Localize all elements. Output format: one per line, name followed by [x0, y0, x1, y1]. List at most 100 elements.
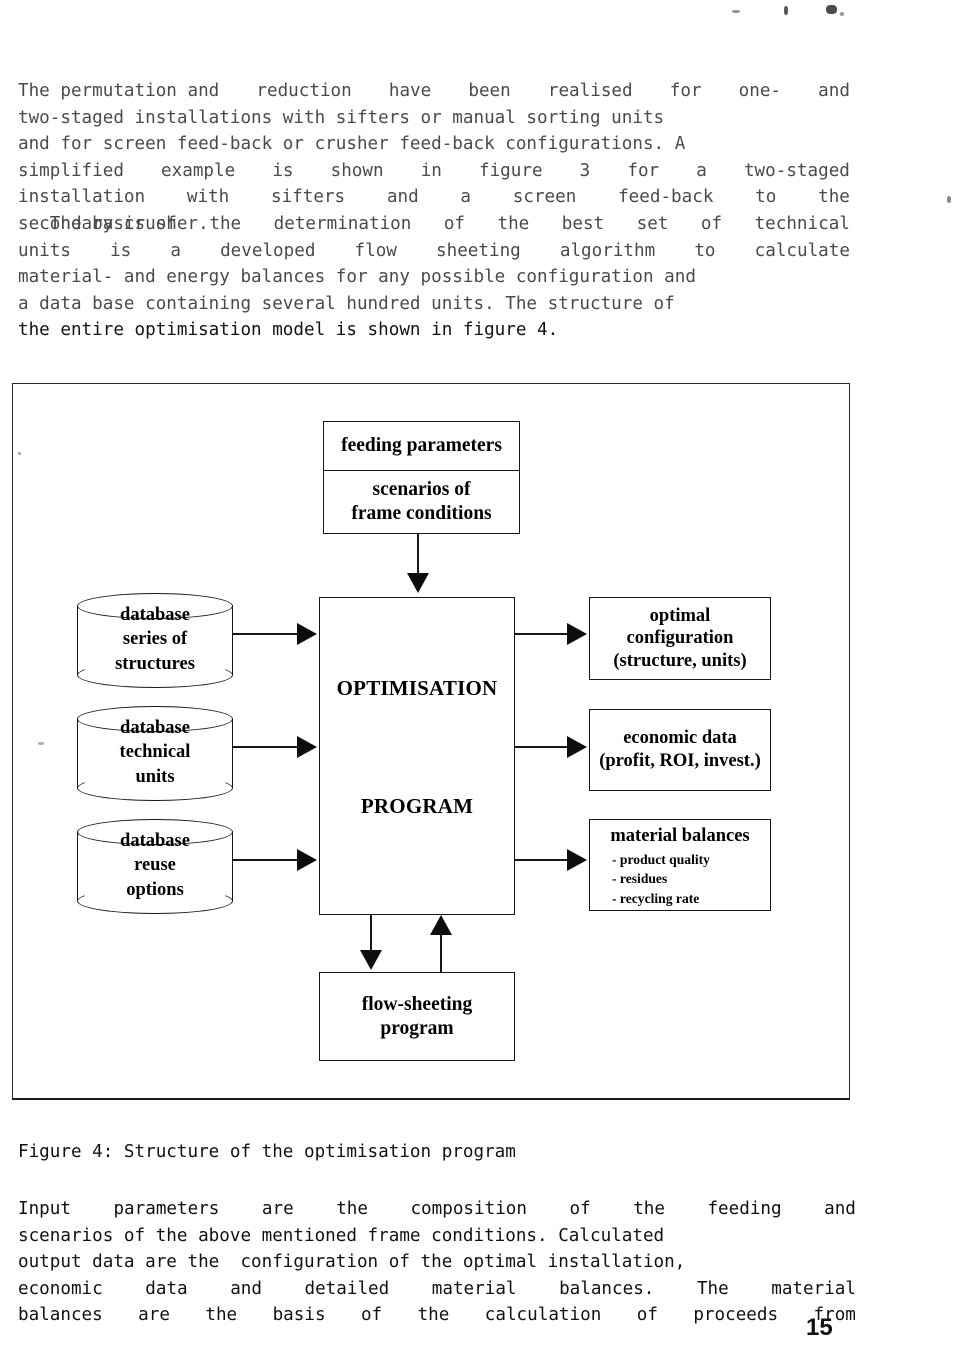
text-word: example: [161, 160, 236, 181]
database-reuse-options: database reuse options: [77, 819, 233, 914]
database-1-line-2: series of: [122, 629, 188, 650]
text-word: in: [420, 160, 442, 181]
database-2-text: database technical units: [77, 716, 233, 789]
text-word: have: [388, 81, 432, 101]
text-word: balances: [18, 1305, 103, 1326]
text-word: the: [336, 1199, 368, 1219]
text-word: basis: [272, 1305, 326, 1326]
arrowhead-optimal: [567, 623, 587, 645]
text-word: are: [261, 1199, 294, 1219]
text-word: a: [460, 187, 472, 208]
text-word: set: [636, 214, 669, 234]
arrowhead-db3: [297, 849, 317, 871]
database-1-text: database series of structures: [77, 603, 233, 676]
database-series-of-structures: database series of structures: [77, 593, 233, 688]
scan-speckle: [732, 10, 740, 13]
arrowhead-down-to-program: [407, 573, 429, 593]
optimisation-label: OPTIMISATION: [336, 676, 498, 700]
text-word: realised: [547, 81, 633, 101]
text-word: and: [824, 1199, 856, 1219]
text-line: output data are the configuration of the…: [18, 1252, 686, 1273]
material-balance-item: - residues: [612, 871, 668, 887]
text-word: simplified: [18, 160, 124, 181]
text-word: are: [138, 1305, 170, 1326]
connector-db1-to-program: [233, 633, 299, 635]
text-word: developed: [220, 240, 316, 261]
page-number: 15: [806, 1314, 833, 1341]
text-word: of: [700, 214, 723, 234]
text-word: the: [818, 187, 850, 208]
text-word: The basis of: [18, 214, 177, 234]
text-word: of: [443, 214, 466, 234]
database-2-line-1: database: [120, 718, 190, 738]
text-word: the: [417, 1305, 450, 1326]
text-line: material- and energy balances for any po…: [18, 267, 696, 288]
material-balances-title: material balances: [610, 826, 750, 846]
text-word: composition: [410, 1199, 527, 1219]
optimal-line-1: optimal: [649, 605, 711, 626]
arrowhead-material: [567, 849, 587, 871]
arrowhead-db1: [297, 623, 317, 645]
text-word: to: [694, 240, 716, 261]
paragraph-input-parameters: Input parameters are the composition of the fee…: [18, 1196, 856, 1329]
connector-db2-to-program: [233, 746, 299, 748]
text-line: installation with sifters and a screen feed-ba…: [18, 184, 850, 211]
text-word: units: [18, 240, 71, 261]
text-word: the: [209, 214, 242, 234]
text-line: The permutation and reduction have been real…: [18, 78, 850, 105]
text-word: figure: [478, 160, 543, 181]
text-word: with: [186, 187, 230, 208]
text-line: Figure 4: Structure of the optimisation …: [18, 1142, 516, 1162]
database-3-text: database reuse options: [77, 829, 233, 902]
database-3-line-3: options: [126, 879, 184, 900]
connector-program-to-optimal: [515, 633, 569, 635]
box-economic-data: economic data (profit, ROI, invest.): [589, 709, 771, 791]
text-line: units is a developed flow sheeting algorithm to…: [18, 238, 850, 265]
text-line: economic data and detailed material balances.…: [18, 1276, 856, 1303]
text-word: shown: [330, 160, 384, 181]
text-word: is: [110, 240, 132, 261]
text-word: best: [561, 214, 605, 234]
text-line: the entire optimisation model is shown i…: [18, 320, 559, 341]
flowsheet-line-1: flow-sheeting: [361, 993, 473, 1015]
text-word: material: [431, 1278, 517, 1299]
text-word: and: [386, 187, 419, 208]
text-line: and for screen feed-back or crusher feed…: [18, 134, 686, 155]
material-balance-item: - recycling rate: [612, 890, 700, 906]
text-word: is: [272, 160, 294, 181]
figure-4-frame: feeding parameters scenarios of frame co…: [12, 383, 850, 1100]
economic-line-1: economic data: [623, 728, 737, 749]
box-optimisation-program: OPTIMISATION PROGRAM: [319, 597, 515, 915]
text-word: technical: [754, 214, 850, 234]
arrowhead-db2: [297, 736, 317, 758]
database-technical-units: database technical units: [77, 706, 233, 801]
material-balance-item: - product quality: [612, 852, 710, 867]
text-word: feeding: [707, 1199, 782, 1219]
text-word: sheeting: [436, 240, 521, 261]
optimal-line-2: configuration: [626, 628, 734, 649]
database-3-line-1: database: [120, 831, 190, 851]
text-word: of: [636, 1305, 658, 1326]
text-word: two-staged: [743, 160, 850, 181]
material-balances-list: - product quality - residues - recycling…: [590, 850, 770, 908]
feeding-parameters-label: feeding parameters: [341, 435, 502, 457]
text-word: of: [569, 1199, 591, 1219]
text-word: and: [818, 81, 850, 101]
text-word: of: [360, 1305, 383, 1326]
text-word: for: [669, 81, 702, 101]
text-word: proceeds: [693, 1305, 779, 1326]
connector-program-to-economic: [515, 746, 569, 748]
text-word: The: [696, 1278, 729, 1299]
text-line: balances are the basis of the calculation of pro…: [18, 1302, 856, 1329]
text-line: two-staged installations with sifters or…: [18, 107, 665, 128]
scenarios-line-2: frame conditions: [351, 503, 492, 524]
scan-speckle: [947, 196, 951, 203]
arrowhead-economic: [567, 736, 587, 758]
box-material-balances: material balances - product quality - re…: [589, 819, 771, 911]
text-word: installation: [18, 187, 146, 208]
text-word: algorithm: [559, 240, 656, 261]
text-line: scenarios of the above mentioned frame c…: [18, 1225, 665, 1246]
database-2-line-3: units: [135, 766, 175, 787]
text-word: a: [170, 240, 181, 261]
box-flow-sheeting-program: flow-sheeting program: [319, 972, 515, 1061]
